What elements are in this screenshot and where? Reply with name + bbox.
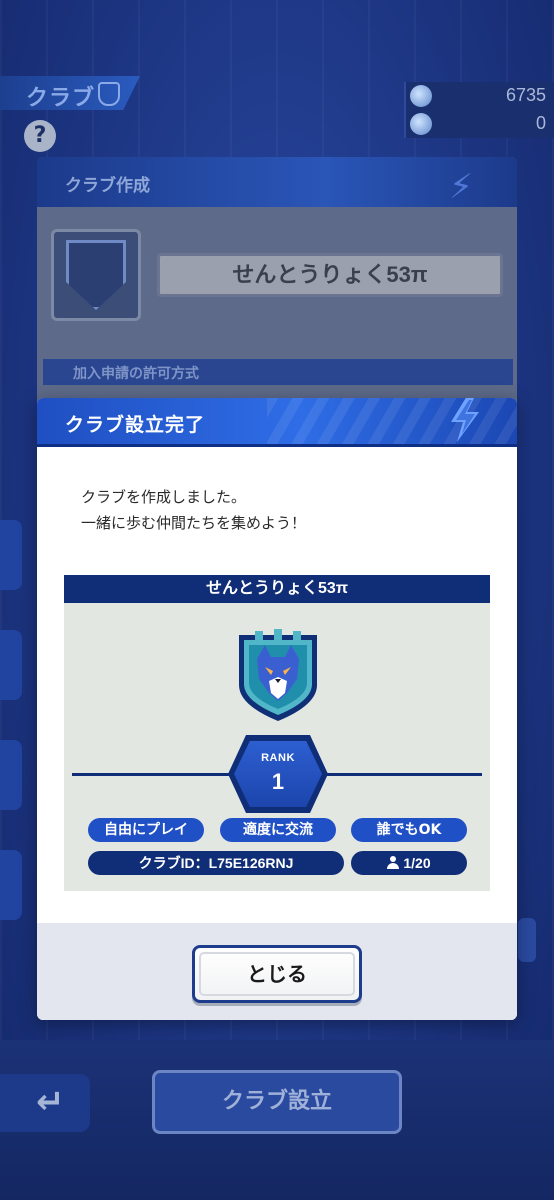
club-shield-icon <box>98 82 120 106</box>
policy-tag: 適度に交流 <box>220 818 336 842</box>
message-line: クラブを作成しました。 <box>81 488 247 506</box>
policy-tag: 誰でもOK <box>351 818 467 842</box>
screen-title: クラブ <box>26 86 96 111</box>
side-tab <box>0 630 22 700</box>
close-button[interactable]: とじる <box>192 945 362 1003</box>
side-scroll-handle <box>518 918 536 962</box>
emblem-selector[interactable] <box>51 229 141 321</box>
wolf-emblem-icon <box>239 629 317 721</box>
section-label: 加入申請の許可方式 <box>73 366 199 382</box>
side-tab <box>0 740 22 810</box>
side-tab <box>0 520 22 590</box>
gem-bonus-icon <box>410 113 432 135</box>
message-line: 一緒に歩む仲間たちを集めよう！ <box>81 514 307 532</box>
rank-value: 1 <box>271 769 285 794</box>
currency-value: 6735 <box>505 85 546 105</box>
dialog-title: クラブ作成 <box>65 176 150 196</box>
club-name: せんとうりょく53π <box>64 575 490 603</box>
policy-tag: 自由にプレイ <box>88 818 204 842</box>
gem-icon <box>410 85 432 107</box>
currency-bonus-gems: 0 <box>404 110 554 138</box>
wolf-emblem-icon <box>66 240 126 310</box>
lightning-icon: ⚡ <box>449 167 473 207</box>
club-create-dialog: クラブ作成 ⚡ せんとうりょく53π 加入申請の許可方式 <box>37 157 517 437</box>
club-id-badge: クラブID：L75E126RNJ <box>88 851 344 875</box>
create-club-button[interactable]: クラブ設立 <box>152 1070 402 1134</box>
dialog-title: クラブ設立完了 <box>65 414 206 436</box>
club-created-dialog: クラブ設立完了 クラブを作成しました。 一緒に歩む仲間たちを集めよう！ せんとう… <box>37 398 517 1020</box>
club-card: せんとうりょく53π RANK 1 自由にプレイ 適度に交流 誰でもOK クラブ… <box>64 575 490 891</box>
help-button[interactable]: ? <box>24 120 56 152</box>
member-count: 1/20 <box>403 855 431 871</box>
dialog-message: クラブを作成しました。 一緒に歩む仲間たちを集めよう！ <box>81 484 481 536</box>
currency-value: 0 <box>535 113 546 133</box>
club-name-field[interactable]: せんとうりょく53π <box>157 253 503 297</box>
member-count-badge: 1/20 <box>351 851 467 875</box>
lightning-icon <box>451 398 479 442</box>
close-button-label: とじる <box>247 962 307 986</box>
currency-gems: 6735 <box>404 82 554 110</box>
person-icon <box>387 856 400 869</box>
return-arrow-icon: ↵ <box>36 1082 65 1122</box>
rank-label: RANK <box>261 752 295 764</box>
side-tab <box>0 850 22 920</box>
